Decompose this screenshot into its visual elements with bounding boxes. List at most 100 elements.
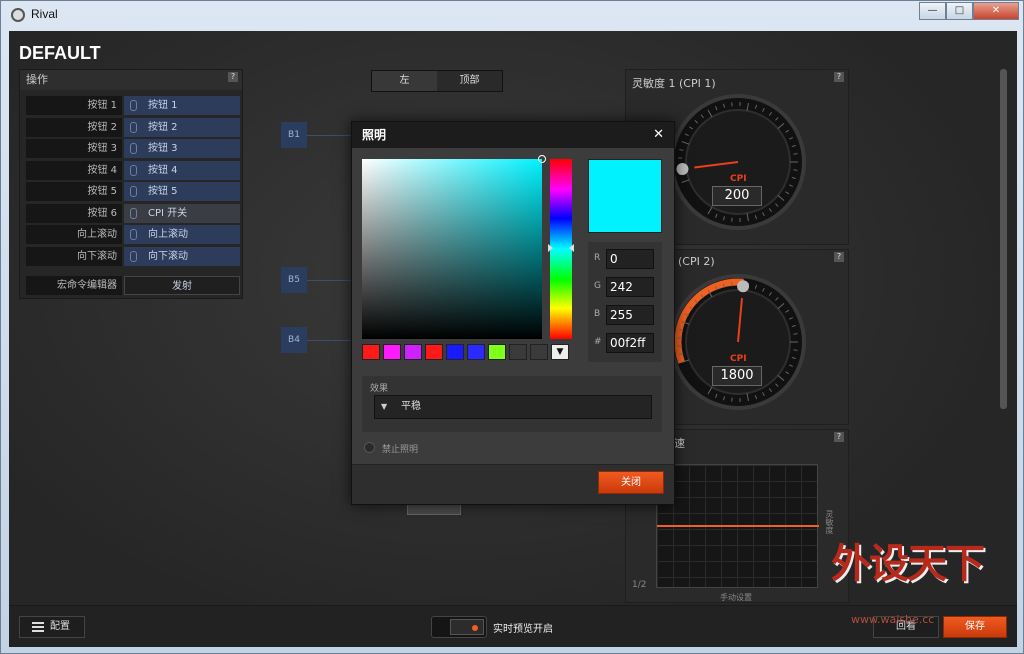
help-icon[interactable]: ?	[834, 432, 844, 442]
button-mapping-row: 向下滚动 向下滚动	[26, 246, 240, 266]
cpi2-unit: CPI	[730, 354, 747, 364]
effect-select[interactable]: ▼ 平稳	[374, 395, 652, 419]
color-swatch[interactable]	[425, 344, 443, 360]
acceleration-curve	[657, 525, 819, 527]
config-label: 配置	[50, 621, 70, 632]
callout-line	[307, 340, 351, 341]
button-assignment-label: 按钮 4	[148, 164, 178, 176]
chevron-down-icon: ▼	[381, 402, 388, 411]
color-swatch[interactable]	[362, 344, 380, 360]
maximize-button[interactable]: □	[946, 2, 973, 20]
window-title: Rival	[31, 7, 58, 21]
callout-line	[307, 135, 351, 136]
button-label: 按钮 1	[26, 96, 122, 115]
mouse-button-b4[interactable]: B4	[281, 327, 307, 353]
button-label: 向上滚动	[26, 225, 122, 244]
dialog-title: 照明	[352, 122, 674, 148]
title-bar: Rival — □ ✕	[1, 1, 1024, 29]
button-assignment[interactable]: 向上滚动	[124, 225, 240, 244]
dialog-footer: 关闭	[352, 464, 674, 504]
button-mapping-row: 按钮 4 按钮 4	[26, 160, 240, 180]
button-assignment-label: 按钮 2	[148, 121, 178, 133]
dialog-close-button[interactable]: 关闭	[598, 471, 664, 494]
cpi1-value[interactable]: 200	[712, 186, 762, 206]
watermark-logo: 外设天下	[831, 541, 985, 587]
b-input[interactable]: 255	[606, 305, 654, 325]
view-tabs: 左 顶部	[371, 70, 503, 92]
r-input[interactable]: 0	[606, 249, 654, 269]
button-assignment[interactable]: 按钮 3	[124, 139, 240, 158]
button-assignment-label: 按钮 3	[148, 143, 178, 154]
hue-slider[interactable]	[548, 159, 574, 339]
cpi2-knob	[737, 280, 750, 293]
toggle-indicator	[472, 625, 478, 631]
mouse-button-b5[interactable]: B5	[281, 267, 307, 293]
gauge-tick	[793, 333, 798, 335]
button-assignment-label: 按钮 5	[148, 186, 178, 197]
list-icon	[32, 622, 44, 632]
macro-row: 宏命令编辑器 发射	[26, 276, 240, 295]
button-label: 按钮 2	[26, 117, 122, 137]
watermark-url: www.waishe.cc	[851, 613, 935, 626]
hex-input[interactable]: 00f2ff	[606, 333, 654, 353]
config-button[interactable]: 配置	[19, 616, 85, 638]
acceleration-graph[interactable]	[656, 464, 819, 588]
button-label: 向下滚动	[26, 246, 122, 266]
actions-panel: 操作 ? 按钮 1 按钮 1 按钮 2 按钮 2 按钮 3 按钮 3 按钮 4 按钮 4 按钮 …	[19, 69, 243, 299]
callout-line	[307, 280, 351, 281]
live-preview-toggle[interactable]	[431, 616, 487, 638]
rgb-fields: R0 G 242 B 255 #00f2ff	[588, 242, 662, 362]
swatch-dropdown[interactable]: ▼	[551, 344, 569, 360]
button-mapping-row: 按钮 1 按钮 1	[26, 96, 240, 115]
button-label: 按钮 5	[26, 182, 122, 201]
button-assignment[interactable]: 按钮 1	[124, 96, 240, 115]
window-close-button[interactable]: ✕	[973, 2, 1019, 20]
tab-left[interactable]: 左	[372, 71, 437, 91]
help-icon[interactable]: ?	[228, 72, 238, 82]
tab-top[interactable]: 顶部	[437, 71, 502, 91]
button-assignment[interactable]: 按钮 5	[124, 182, 240, 201]
hue-marker-left[interactable]	[548, 244, 553, 252]
saturation-value-picker[interactable]	[362, 155, 546, 339]
lighting-dialog: 照明 ✕ ▼ R0 G 242 B 255 #00f2ff 效果 ▼ 平稳 禁止…	[351, 121, 675, 505]
mouse-button-b1[interactable]: B1	[281, 122, 307, 148]
disable-lighting-checkbox[interactable]	[364, 442, 375, 453]
dialog-close-icon[interactable]: ✕	[653, 127, 664, 142]
g-input[interactable]: 242	[606, 277, 654, 297]
vertical-scrollbar[interactable]	[1000, 69, 1007, 409]
actions-panel-title: 操作	[20, 70, 242, 90]
color-swatch[interactable]	[509, 344, 527, 360]
profile-title: DEFAULT	[19, 43, 101, 63]
button-mapping-row: 向上滚动 向上滚动	[26, 225, 240, 244]
color-swatch[interactable]	[488, 344, 506, 360]
graph-axis-bottom: 手动设置	[720, 593, 752, 602]
toggle-knob[interactable]	[450, 619, 484, 635]
color-swatch[interactable]	[383, 344, 401, 360]
color-swatch[interactable]	[446, 344, 464, 360]
color-swatch[interactable]	[467, 344, 485, 360]
minimize-button[interactable]: —	[919, 2, 946, 20]
mouse-icon	[130, 121, 137, 133]
color-picker-cursor[interactable]	[538, 155, 546, 163]
cpi2-value[interactable]: 1800	[712, 366, 762, 386]
live-preview-label: 实时预览开启	[493, 624, 553, 635]
color-swatch[interactable]	[404, 344, 422, 360]
button-assignment[interactable]: CPI 开关	[124, 203, 240, 223]
window-frame: Rival — □ ✕ DEFAULT 操作 ? 按钮 1 按钮 1 按钮 2 按钮 …	[0, 0, 1024, 654]
button-assignment[interactable]: 按钮 4	[124, 160, 240, 180]
launch-button[interactable]: 发射	[124, 276, 240, 295]
gauge-tick	[793, 153, 798, 155]
button-assignment[interactable]: 按钮 2	[124, 117, 240, 137]
mouse-icon	[130, 164, 137, 176]
cpi1-unit: CPI	[730, 174, 747, 184]
gauge-tick	[793, 349, 798, 351]
mouse-icon	[130, 143, 137, 154]
button-label: 按钮 4	[26, 160, 122, 180]
macro-label: 宏命令编辑器	[26, 276, 122, 295]
button-mapping-row: 按钮 2 按钮 2	[26, 117, 240, 137]
effect-value: 平稳	[401, 401, 421, 412]
button-assignment[interactable]: 向下滚动	[124, 246, 240, 266]
hue-marker-right[interactable]	[569, 244, 574, 252]
color-swatch[interactable]	[530, 344, 548, 360]
save-button[interactable]: 保存	[943, 616, 1007, 638]
